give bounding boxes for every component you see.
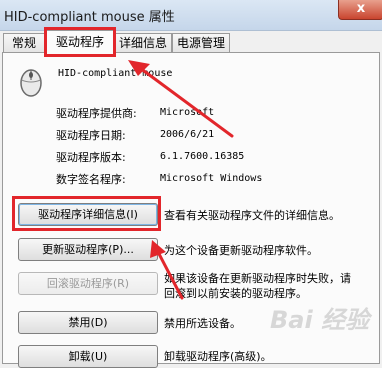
close-icon: x xyxy=(356,1,366,16)
disable-button[interactable]: 禁用(D) xyxy=(18,311,158,334)
version-value: 6.1.7600.16385 xyxy=(160,151,245,162)
title-bar: HID-compliant mouse 属性 x xyxy=(0,0,382,31)
driver-details-button[interactable]: 驱动程序详细信息(I) xyxy=(18,203,158,226)
driver-details-description: 查看有关驱动程序文件的详细信息。 xyxy=(164,209,340,222)
tab-general[interactable]: 常规 xyxy=(3,33,45,53)
tab-power-management[interactable]: 电源管理 xyxy=(172,33,230,53)
rollback-driver-button: 回滚驱动程序(R) xyxy=(18,272,158,295)
rollback-driver-description: 如果该设备在更新驱动程序时失败，请 xyxy=(164,272,351,285)
date-value: 2006/6/21 xyxy=(160,129,215,140)
uninstall-description: 卸载驱动程序(高级)。 xyxy=(164,350,272,363)
tab-driver[interactable]: 驱动程序 xyxy=(45,30,115,54)
rollback-driver-description-line2: 回滚到以前安装的驱动程序。 xyxy=(164,287,307,300)
tab-details[interactable]: 详细信息 xyxy=(114,33,172,53)
mouse-icon xyxy=(20,69,42,97)
signer-value: Microsoft Windows xyxy=(160,173,263,184)
provider-value: Microsoft xyxy=(160,107,215,118)
provider-label: 驱动程序提供商: xyxy=(56,107,137,120)
update-driver-button[interactable]: 更新驱动程序(P)... xyxy=(18,238,158,261)
window-title: HID-compliant mouse 属性 xyxy=(4,10,175,25)
signer-label: 数字签名程序: xyxy=(56,173,126,186)
date-label: 驱动程序日期: xyxy=(56,129,126,142)
disable-description: 禁用所选设备。 xyxy=(164,317,241,330)
watermark: Bai 经验 xyxy=(270,306,370,334)
close-button[interactable]: x xyxy=(338,0,382,20)
update-driver-description: 为这个设备更新驱动程序软件。 xyxy=(164,244,318,257)
version-label: 驱动程序版本: xyxy=(56,151,126,164)
device-name: HID-compliant mouse xyxy=(58,68,173,79)
